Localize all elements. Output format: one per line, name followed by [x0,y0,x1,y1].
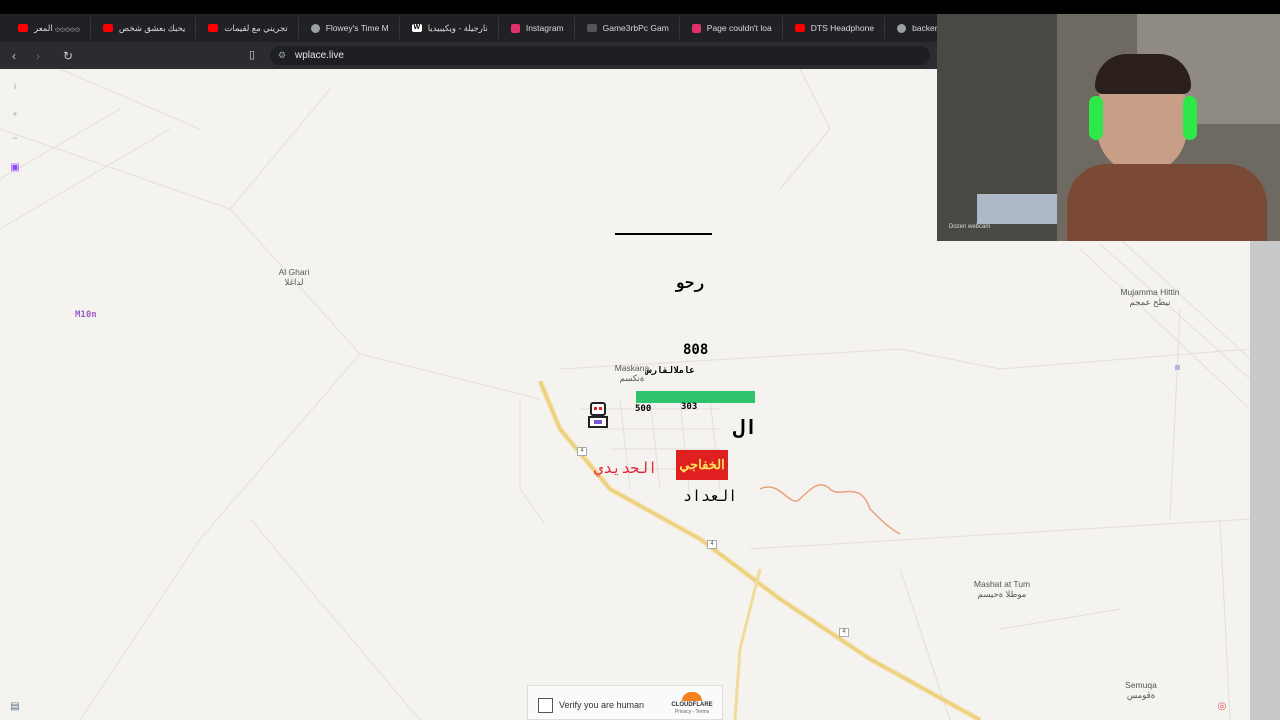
road-shield: 4 [577,447,587,456]
pixel-art-hadidi: الحديدي [594,459,658,477]
reload-icon[interactable]: ↻ [58,46,78,66]
twitch-icon[interactable]: ▣ [6,158,24,176]
wikipedia-icon: W [411,24,422,32]
cloudflare-logo: CLOUDFLARE Privacy · Terms [666,692,718,715]
instagram-icon [510,23,520,33]
window-top-bar [0,0,1280,14]
bookmark-item[interactable]: Instagram [501,17,575,39]
webcam-overlay: Dozen webcam [937,14,1280,241]
road-shield: 4 [839,628,849,637]
youtube-icon [208,24,219,32]
verify-checkbox[interactable] [538,698,553,713]
pixel-art-500: 500 [635,404,652,414]
pixel-art-al: ال [733,415,758,439]
pixel-art-303: 303 [681,402,698,412]
pixel-art-character [586,402,610,432]
bookmark-item[interactable]: backend.wplace [887,17,940,39]
globe-icon [897,23,907,33]
forward-icon[interactable]: › [28,46,48,66]
youtube-icon [102,24,113,32]
pixel-art-rhw: رحو [675,273,704,292]
bookmark-item[interactable]: DTS Headphone [785,17,886,39]
verify-label: Verify you are human [559,700,645,710]
game-icon [586,24,597,32]
back-icon[interactable]: ‹ [4,46,24,66]
location-pin-icon[interactable]: ◎ [1213,697,1231,715]
bookmark-item[interactable]: تجريني مع لقيمات [198,17,299,39]
pixel-art-m10n: M10n [75,310,97,320]
webcam-watermark: Dozen webcam [949,224,991,230]
place-semuqa: Semuqa ةقومس [1125,680,1157,700]
bookmark-item[interactable]: Flowey's Time M [301,17,400,39]
zoom-out-icon[interactable]: − [6,129,24,147]
site-info-icon[interactable]: ⚙ [278,46,286,65]
layers-icon[interactable]: ▤ [6,697,24,715]
zoom-in-icon[interactable]: + [6,105,24,123]
road-shield: 4 [707,540,717,549]
address-toolbar: ‹ › ↻ ▯ ⚙ wplace.live [0,42,940,69]
info-icon[interactable]: i [6,77,24,95]
place-al-ghari: Al Ghari لداغلا [278,267,310,287]
bookmark-item[interactable]: Page couldn't loa [682,17,783,39]
pixel-art-line [615,233,712,235]
youtube-icon [794,24,805,32]
url-text: wplace.live [295,50,344,61]
side-panel [1250,241,1280,720]
instagram-icon [691,23,701,33]
globe-icon [310,23,320,33]
place-mashat-at-tum: Mashat at Tum موطلا ةحيسم [973,579,1031,599]
bookmark-item[interactable]: يحبك بعشق شخص [93,17,197,39]
pixel-art-khafaji-sign: الخفاجي [676,450,728,480]
pixel-art-808: 808 [683,342,709,358]
pixel-art-arabic-line: عاملالفارس [646,366,695,376]
youtube-icon [18,24,28,32]
bookmark-icon[interactable]: ▯ [249,48,255,61]
place-mujamma-hittin: Mujamma Hittin نيطح عمجم [1120,287,1180,307]
pixel-art-addad: العداد [683,487,738,505]
bookmark-item[interactable]: المعر ۞۞۞۞۞ [8,17,91,39]
url-bar[interactable]: ⚙ wplace.live [270,46,930,65]
bookmark-item[interactable]: W نارجيلة - ويكيبيديا [402,17,499,39]
bookmarks-bar: المعر ۞۞۞۞۞ يحبك بعشق شخص تجريني مع لقيم… [0,14,940,42]
bookmark-item[interactable]: Game3rbPc Gam [577,17,680,39]
cloudflare-captcha: Verify you are human CLOUDFLARE Privacy … [527,685,723,720]
